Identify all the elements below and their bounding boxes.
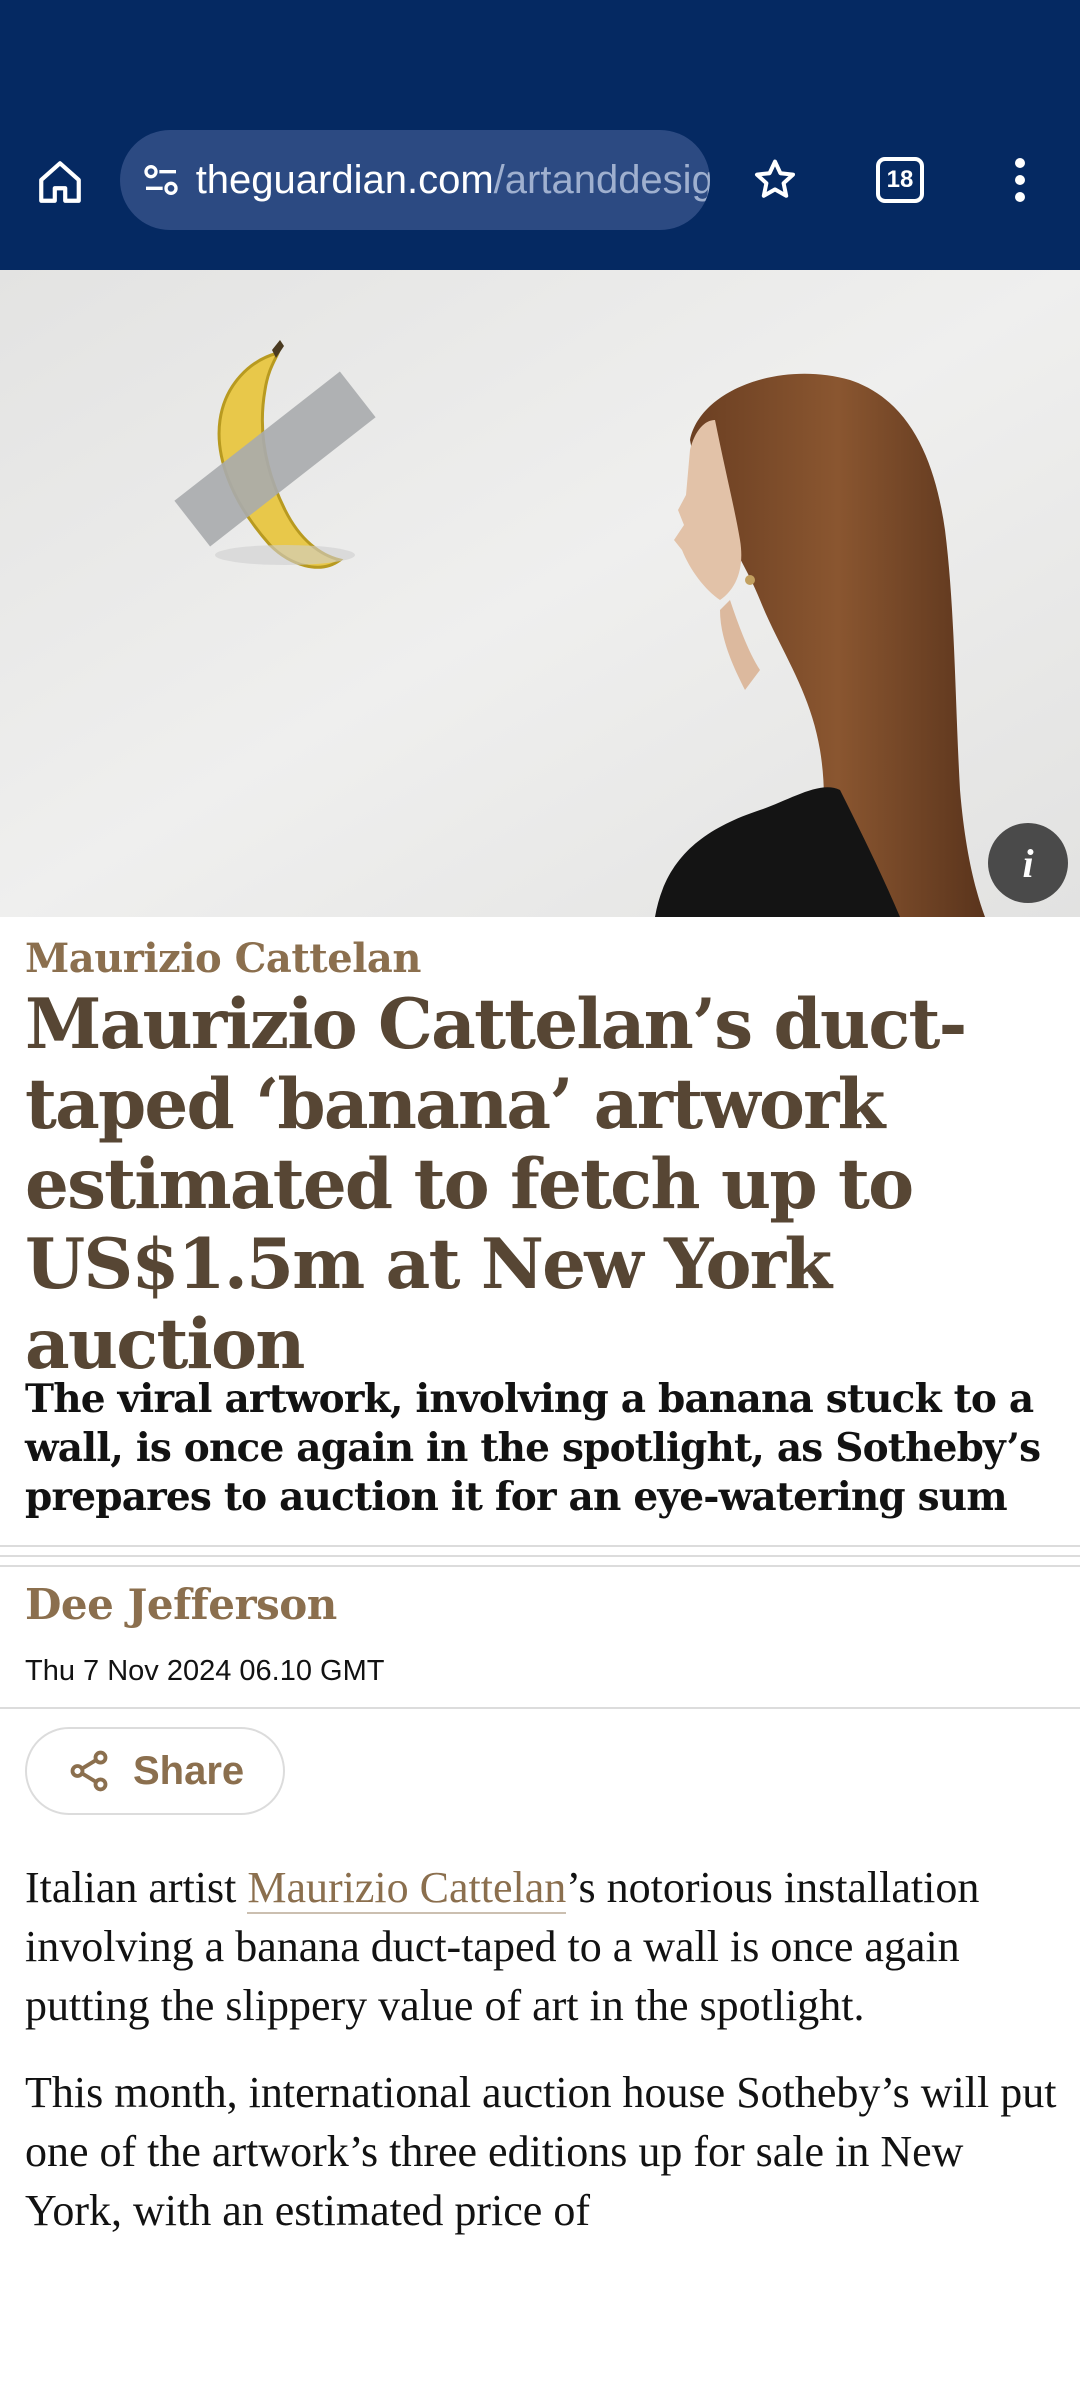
tabs-button[interactable]: 18 [870, 150, 930, 210]
article-headline: Maurizio Cattelan’s duct-taped ‘banana’ … [25, 984, 967, 1385]
article-kicker[interactable]: Maurizio Cattelan [25, 935, 421, 982]
image-info-button[interactable]: i [988, 823, 1068, 903]
home-icon [39, 161, 81, 203]
body-paragraph: This month, international auction house … [25, 2068, 1057, 2235]
hero-image [0, 270, 1080, 917]
address-bar[interactable]: theguardian.com/artanddesign [120, 130, 710, 230]
bookmark-button[interactable] [745, 150, 805, 210]
share-icon [65, 1747, 113, 1795]
p1-text-start: Italian artist [25, 1863, 248, 1912]
divider [0, 1565, 1080, 1567]
divider [0, 1555, 1080, 1557]
cattelan-link[interactable]: Maurizio Cattelan [247, 1863, 567, 1914]
more-menu-button[interactable] [995, 150, 1045, 210]
tab-count: 18 [886, 166, 914, 193]
author-byline[interactable]: Dee Jefferson [25, 1580, 337, 1629]
more-vert-icon [1015, 158, 1025, 202]
publish-date: Thu 7 Nov 2024 06.10 GMT [25, 1655, 385, 1687]
tabs-icon: 18 [876, 157, 924, 203]
share-button[interactable]: Share [25, 1727, 285, 1815]
status-bar [0, 0, 1080, 115]
url-path: /artanddesign [493, 157, 710, 202]
url-text[interactable]: theguardian.com/artanddesign [196, 158, 710, 203]
star-icon [755, 159, 795, 198]
home-button[interactable] [28, 150, 92, 214]
url-domain: theguardian.com [195, 157, 494, 202]
info-icon: i [1022, 840, 1034, 886]
body-paragraph: Italian artist Maurizio Cattelan’s notor… [25, 1858, 1065, 2035]
share-label: Share [133, 1748, 245, 1793]
divider [0, 1707, 1080, 1709]
article-body: Italian artist Maurizio Cattelan’s notor… [25, 1858, 1065, 2278]
article-standfirst: The viral artwork, involving a banana st… [25, 1376, 1041, 1520]
site-info-icon[interactable] [138, 156, 184, 204]
divider [0, 1545, 1080, 1547]
